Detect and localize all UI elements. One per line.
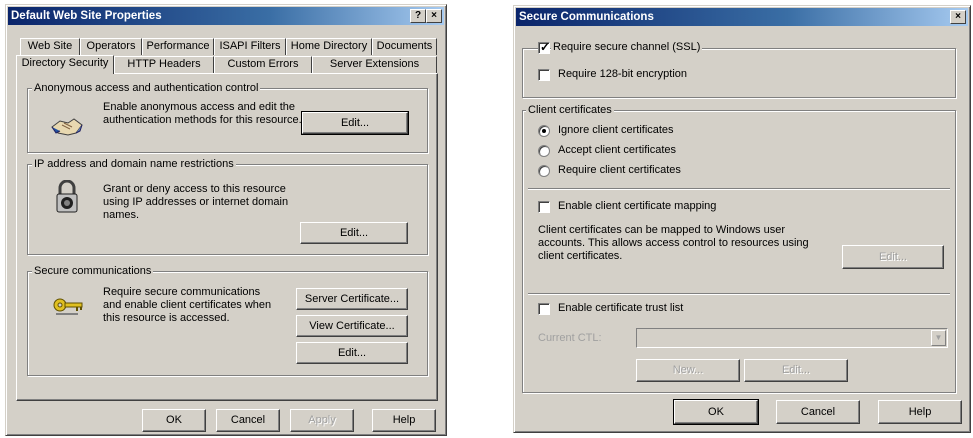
enable-mapping-checkbox[interactable] bbox=[538, 201, 550, 213]
accept-client-certificates-label[interactable]: Accept client certificates bbox=[558, 144, 676, 157]
tab-web-site[interactable]: Web Site bbox=[20, 38, 80, 55]
help-button[interactable]: Help bbox=[372, 409, 436, 432]
ip-restrictions-group-label: IP address and domain name restrictions bbox=[32, 158, 236, 170]
require-ssl-label[interactable]: Require secure channel (SSL) bbox=[551, 41, 703, 53]
padlock-icon bbox=[54, 179, 80, 214]
close-title-button[interactable]: × bbox=[950, 10, 966, 24]
ok-button[interactable]: OK bbox=[673, 399, 759, 425]
enable-ctl-checkbox[interactable] bbox=[538, 303, 550, 315]
ip-restrictions-description: Grant or deny access to this resource us… bbox=[103, 183, 289, 221]
tab-isapi-filters[interactable]: ISAPI Filters bbox=[214, 38, 286, 55]
secure-communications-title: Secure Communications bbox=[519, 11, 654, 23]
require-client-certificates-label[interactable]: Require client certificates bbox=[558, 164, 681, 177]
ok-button[interactable]: OK bbox=[142, 409, 206, 432]
anonymous-access-group-label: Anonymous access and authentication cont… bbox=[32, 82, 261, 94]
separator-line bbox=[528, 188, 950, 190]
help-button[interactable]: Help bbox=[878, 400, 962, 424]
ctl-new-button[interactable]: New... bbox=[636, 359, 740, 382]
tab-custom-errors[interactable]: Custom Errors bbox=[214, 56, 312, 73]
cancel-button[interactable]: Cancel bbox=[216, 409, 280, 432]
require-client-certificates-radio[interactable] bbox=[538, 165, 550, 177]
radio-selected-dot bbox=[542, 129, 546, 133]
ignore-client-certificates-label[interactable]: Ignore client certificates bbox=[558, 124, 674, 137]
secure-communications-description: Require secure communications and enable… bbox=[103, 286, 272, 324]
client-certificates-group-label: Client certificates bbox=[526, 104, 614, 116]
tab-server-extensions[interactable]: Server Extensions bbox=[312, 56, 437, 73]
ctl-edit-button[interactable]: Edit... bbox=[744, 359, 848, 382]
properties-dialog: Default Web Site Properties ? × Web Site… bbox=[5, 4, 447, 436]
tab-http-headers[interactable]: HTTP Headers bbox=[114, 56, 214, 73]
handshake-icon bbox=[50, 111, 84, 139]
secure-communications-dialog: Secure Communications × ✓ Require secure… bbox=[513, 5, 971, 433]
close-title-button[interactable]: × bbox=[426, 9, 442, 23]
enable-mapping-label[interactable]: Enable client certificate mapping bbox=[558, 200, 716, 213]
cancel-button[interactable]: Cancel bbox=[776, 400, 860, 424]
tab-documents[interactable]: Documents bbox=[372, 38, 437, 55]
anonymous-access-description: Enable anonymous access and edit the aut… bbox=[103, 101, 302, 126]
view-certificate-button[interactable]: View Certificate... bbox=[296, 315, 408, 337]
accept-client-certificates-radio[interactable] bbox=[538, 145, 550, 157]
require-128-bit-checkbox[interactable] bbox=[538, 69, 550, 81]
mapping-description: Client certificates can be mapped to Win… bbox=[538, 224, 809, 262]
secure-communications-title-bar[interactable]: Secure Communications × bbox=[516, 8, 968, 26]
properties-title: Default Web Site Properties bbox=[11, 10, 162, 22]
separator-line bbox=[528, 293, 950, 295]
anonymous-edit-button[interactable]: Edit... bbox=[301, 111, 409, 135]
properties-title-bar[interactable]: Default Web Site Properties ? × bbox=[8, 7, 444, 25]
enable-ctl-label[interactable]: Enable certificate trust list bbox=[558, 302, 683, 315]
require-128-bit-label[interactable]: Require 128-bit encryption bbox=[558, 68, 687, 81]
require-ssl-checkbox[interactable]: ✓ bbox=[538, 40, 551, 54]
chevron-down-icon[interactable]: ▼ bbox=[931, 330, 946, 346]
secure-edit-button[interactable]: Edit... bbox=[296, 342, 408, 364]
server-certificate-button[interactable]: Server Certificate... bbox=[296, 288, 408, 310]
key-icon bbox=[52, 295, 84, 317]
current-ctl-label: Current CTL: bbox=[538, 332, 602, 344]
apply-button[interactable]: Apply bbox=[290, 409, 354, 432]
mapping-edit-button[interactable]: Edit... bbox=[842, 245, 944, 269]
current-ctl-dropdown[interactable]: ▼ bbox=[636, 328, 948, 348]
ip-edit-button[interactable]: Edit... bbox=[300, 222, 408, 244]
checkmark-icon: ✓ bbox=[540, 40, 551, 54]
tab-operators[interactable]: Operators bbox=[80, 38, 142, 55]
tab-performance[interactable]: Performance bbox=[142, 38, 214, 55]
secure-communications-group-label: Secure communications bbox=[32, 265, 154, 277]
help-title-button[interactable]: ? bbox=[410, 9, 426, 23]
tab-home-directory[interactable]: Home Directory bbox=[286, 38, 372, 55]
ignore-client-certificates-radio[interactable] bbox=[538, 125, 550, 137]
tab-directory-security[interactable]: Directory Security bbox=[16, 55, 114, 74]
